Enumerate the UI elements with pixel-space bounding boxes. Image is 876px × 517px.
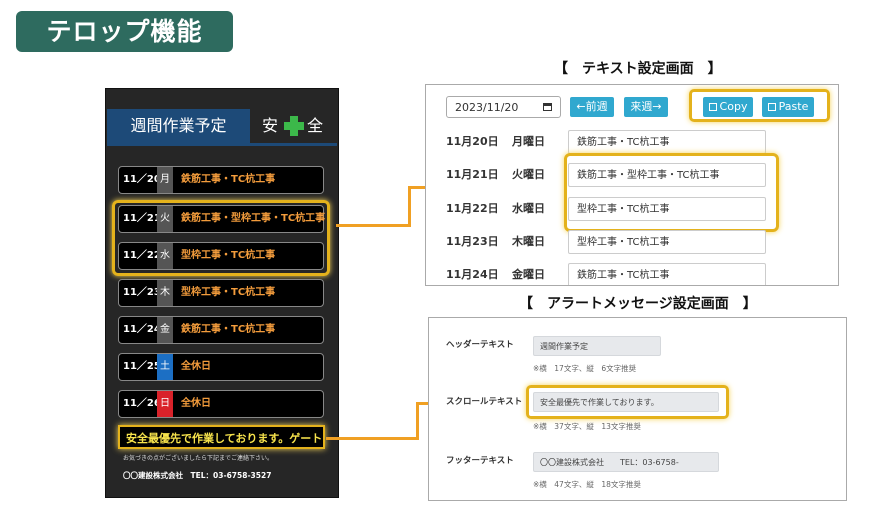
board-row-dow: 日	[157, 391, 173, 417]
board-highlight-frame	[112, 200, 330, 276]
row-weekday: 木曜日	[512, 235, 545, 248]
scroll-text-label: スクロールテキスト	[446, 397, 523, 407]
signage-board: 週間作業予定 安 全 11／20 月 鉄筋工事・TC杭工事 11／21 火 鉄筋…	[105, 88, 339, 498]
row-date: 11月22日	[446, 202, 499, 215]
connector-line	[336, 224, 411, 227]
paste-button-label: Paste	[778, 100, 809, 113]
alert-settings-caption: 【 アラートメッセージ設定画面 】	[519, 296, 757, 312]
row-weekday: 水曜日	[512, 202, 545, 215]
board-row-date: 11／25	[123, 361, 161, 372]
alert-settings-panel: ヘッダーテキスト 週間作業予定 ※横 17文字、縦 6文字推奨 スクロールテキス…	[428, 317, 847, 501]
header-text-input[interactable]: 週間作業予定	[533, 336, 661, 356]
board-row-date: 11／23	[123, 287, 161, 298]
scroll-text-note: ※横 37文字、縦 13文字推奨	[533, 422, 641, 431]
board-header-title: 週間作業予定	[107, 109, 250, 143]
footer-text-input[interactable]: 〇〇建設株式会社 TEL：03-6758-	[533, 452, 719, 472]
row-weekday: 火曜日	[512, 168, 545, 181]
board-row: 11／23 木 型枠工事・TC杭工事	[118, 279, 324, 307]
safety-left-char: 安	[262, 116, 279, 135]
row-text-input[interactable]: 型枠工事・TC杭工事	[568, 230, 766, 254]
date-input-value: 2023/11/20	[455, 101, 519, 114]
connector-line	[326, 437, 419, 440]
board-row: 11／25 土 全休日	[118, 353, 324, 381]
board-row-dow: 金	[157, 317, 173, 343]
row-text-input[interactable]: 鉄筋工事・TC杭工事	[568, 263, 766, 285]
green-cross-icon	[284, 116, 304, 136]
board-row-text: 鉄筋工事・TC杭工事	[181, 174, 276, 185]
board-row-dow: 土	[157, 354, 173, 380]
board-row-dow: 月	[157, 167, 173, 193]
row-date: 11月21日	[446, 168, 499, 181]
text-settings-panel: 2023/11/20 ←前週 来週→ Copy Paste 11月20日 月曜日…	[425, 84, 839, 286]
safety-mark: 安 全	[262, 109, 336, 143]
connector-line	[408, 186, 411, 227]
row-text-input[interactable]: 鉄筋工事・TC杭工事	[568, 130, 766, 154]
board-row: 11／24 金 鉄筋工事・TC杭工事	[118, 316, 324, 344]
board-scroll-ticker: 安全最優先で作業しております。ゲート	[118, 425, 325, 449]
next-week-button[interactable]: 来週→	[624, 97, 668, 117]
row-weekday: 金曜日	[512, 268, 545, 281]
text-settings-row: 11月24日 金曜日 鉄筋工事・TC杭工事	[446, 263, 826, 285]
board-row: 11／20 月 鉄筋工事・TC杭工事	[118, 166, 324, 194]
connector-line	[416, 402, 419, 440]
board-row-date: 11／20	[123, 174, 161, 185]
board-contact-note: お気づきの点がございましたら下記までご連絡下さい。	[123, 455, 274, 462]
board-row-text: 全休日	[181, 361, 211, 372]
board-row-text: 型枠工事・TC杭工事	[181, 287, 276, 298]
board-row-text: 鉄筋工事・TC杭工事	[181, 324, 276, 335]
board-row-date: 11／26	[123, 398, 161, 409]
text-settings-caption: 【 テキスト設定画面 】	[554, 61, 722, 77]
header-text-label: ヘッダーテキスト	[446, 340, 514, 350]
safety-right-char: 全	[307, 116, 324, 135]
board-row-date: 11／24	[123, 324, 161, 335]
board-row-dow: 木	[157, 280, 173, 306]
date-input[interactable]: 2023/11/20	[446, 96, 561, 118]
row-weekday: 月曜日	[512, 135, 545, 148]
board-header-underline	[107, 143, 337, 146]
save-disk-icon	[708, 103, 717, 111]
footer-text-label: フッターテキスト	[446, 456, 514, 466]
board-row-text: 全休日	[181, 398, 211, 409]
header-text-note: ※横 17文字、縦 6文字推奨	[533, 364, 637, 373]
rows-highlight-frame	[564, 153, 779, 232]
footer-text-note: ※横 47文字、縦 18文字推奨	[533, 480, 641, 489]
scroll-text-input[interactable]: 安全最優先で作業しております。	[533, 392, 719, 412]
row-date: 11月23日	[446, 235, 499, 248]
row-date: 11月24日	[446, 268, 499, 281]
copy-button[interactable]: Copy	[703, 97, 753, 117]
feature-title: テロップ機能	[16, 11, 233, 52]
save-disk-icon	[767, 103, 776, 111]
board-footer: 〇〇建設株式会社 TEL：03-6758-3527	[123, 471, 272, 480]
text-settings-row: 11月23日 木曜日 型枠工事・TC杭工事	[446, 230, 826, 256]
paste-button[interactable]: Paste	[762, 97, 814, 117]
prev-week-button[interactable]: ←前週	[570, 97, 614, 117]
board-row: 11／26 日 全休日	[118, 390, 324, 418]
board-header: 週間作業予定 安 全	[107, 109, 337, 147]
calendar-icon[interactable]	[543, 103, 552, 111]
row-date: 11月20日	[446, 135, 499, 148]
copy-button-label: Copy	[719, 100, 748, 113]
